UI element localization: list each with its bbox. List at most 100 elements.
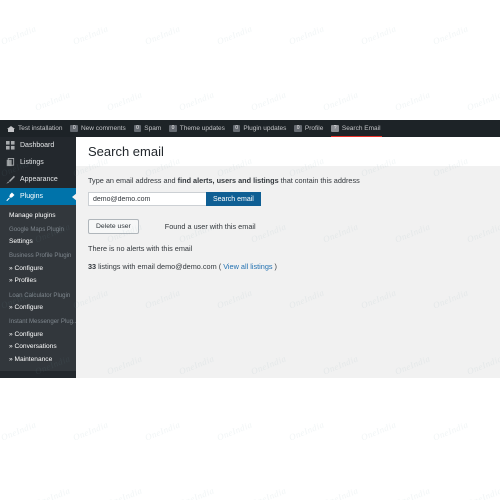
- user-result-row: Delete user Found a user with this email: [88, 219, 488, 235]
- new-comments-badge: 0: [70, 124, 78, 133]
- submenu-item-maintenance[interactable]: » Maintenance: [0, 354, 76, 367]
- submenu-heading-loan-calculator-plugin: Loan Calculator Plugin: [9, 291, 71, 299]
- adminbar-item-label: Spam: [144, 125, 162, 132]
- sidebar-item-plugins[interactable]: Plugins: [0, 188, 76, 205]
- submenu-heading-google-maps-plugin: Google Maps Plugin: [9, 225, 64, 233]
- admin-sidebar[interactable]: Dashboard Listings Appearance Plugins Ma…: [0, 137, 76, 378]
- adminbar-site-label: Test installation: [18, 125, 63, 132]
- watermark-text: OneIndia: [143, 419, 182, 443]
- listings-result-line: 33 listings with email demo@demo.com ( V…: [88, 262, 488, 271]
- intro-suffix: that contain this address: [278, 176, 360, 185]
- watermark-text: OneIndia: [105, 89, 144, 113]
- sidebar-item-label: Appearance: [20, 176, 58, 183]
- adminbar-item-label: Profile: [304, 125, 324, 132]
- search-email-button[interactable]: Search email: [206, 192, 261, 207]
- adminbar-site-name[interactable]: Test installation: [4, 120, 67, 137]
- sidebar-item-label: Plugins: [20, 193, 43, 200]
- home-icon: [7, 125, 15, 133]
- spam-badge: 0: [133, 124, 142, 133]
- search-email-badge: ?: [331, 124, 339, 133]
- admin-bar: Test installation 0 New comments 0 Spam …: [0, 120, 500, 138]
- watermark-text: OneIndia: [249, 89, 288, 113]
- profile-badge: 0: [294, 124, 302, 133]
- adminbar-item-plugin-updates[interactable]: 0 Plugin updates: [230, 120, 292, 137]
- sidebar-item-label: Dashboard: [20, 142, 55, 149]
- delete-user-button[interactable]: Delete user: [88, 219, 139, 235]
- found-user-text: Found a user with this email: [164, 222, 256, 232]
- adminbar-item-new-comments[interactable]: 0 New comments: [67, 120, 130, 137]
- submenu-item-business-profile-configure[interactable]: » Configure: [0, 262, 76, 275]
- watermark-text: OneIndia: [393, 485, 432, 500]
- submenu-heading-instant-messenger-plugin: Instant Messenger Plug...: [9, 318, 76, 326]
- content-body: Type an email address and find alerts, u…: [76, 166, 500, 271]
- listings-icon: [5, 158, 15, 168]
- search-form: Search email: [88, 192, 488, 207]
- adminbar-item-label: Plugin updates: [243, 125, 287, 132]
- listings-text: listings with email demo@demo.com: [96, 262, 219, 272]
- submenu-item-profiles[interactable]: » Profiles: [0, 275, 76, 288]
- page-title: Search email: [88, 144, 164, 159]
- adminbar-item-search-email[interactable]: ? Search Email: [328, 120, 385, 138]
- theme-updates-badge: 0: [169, 124, 177, 133]
- submenu-item-manage-plugins[interactable]: Manage plugins: [0, 209, 76, 222]
- content-header: Search email: [76, 137, 500, 166]
- adminbar-item-label: New comments: [80, 125, 126, 132]
- listings-count: 33: [88, 262, 97, 272]
- watermark-text: OneIndia: [287, 23, 326, 47]
- submenu-item-loan-calculator-configure[interactable]: » Configure: [0, 301, 76, 314]
- watermark-text: OneIndia: [71, 23, 110, 47]
- adminbar-item-spam[interactable]: 0 Spam: [131, 120, 166, 137]
- sidebar-item-label: Listings: [20, 159, 44, 166]
- watermark-text: OneIndia: [249, 485, 288, 500]
- watermark-text: OneIndia: [143, 23, 182, 47]
- watermark-text: OneIndia: [321, 89, 360, 113]
- intro-bold: find alerts, users and listings: [177, 176, 279, 185]
- watermark-text: OneIndia: [465, 89, 500, 113]
- sidebar-item-market[interactable]: Market: [0, 373, 76, 379]
- appearance-brush-icon: [5, 175, 15, 185]
- adminbar-item-label: Theme updates: [179, 125, 225, 132]
- watermark-text: OneIndia: [177, 89, 216, 113]
- adminbar-item-theme-updates[interactable]: 0 Theme updates: [166, 120, 230, 137]
- no-alerts-text: There is no alerts with this email: [88, 244, 193, 254]
- watermark-text: OneIndia: [177, 485, 216, 500]
- adminbar-item-label: Search Email: [341, 125, 381, 132]
- page-canvas: Test installation 0 New comments 0 Spam …: [0, 0, 500, 500]
- sidebar-item-listings[interactable]: Listings: [0, 154, 76, 171]
- watermark-text: OneIndia: [359, 23, 398, 47]
- submenu-item-conversations[interactable]: » Conversations: [0, 341, 76, 354]
- view-all-close-paren: ): [272, 262, 277, 272]
- watermark-text: OneIndia: [71, 419, 110, 443]
- submenu-item-messenger-configure[interactable]: » Configure: [0, 328, 76, 341]
- watermark-text: OneIndia: [431, 419, 470, 443]
- watermark-text: OneIndia: [287, 419, 326, 443]
- watermark-text: OneIndia: [359, 419, 398, 443]
- plugins-plug-icon: [5, 192, 15, 202]
- dashboard-icon: [5, 141, 15, 151]
- sidebar-lower-menu: Market Statistics: [0, 370, 76, 379]
- intro-prefix: Type an email address and: [88, 176, 178, 185]
- watermark-text: OneIndia: [105, 485, 144, 500]
- submenu-heading-business-profile-plugin: Business Profile Plugin: [9, 252, 72, 260]
- watermark-text: OneIndia: [33, 89, 72, 113]
- view-all-listings-link[interactable]: View all listings: [223, 262, 272, 271]
- watermark-text: OneIndia: [215, 419, 254, 443]
- plugin-updates-badge: 0: [232, 124, 241, 133]
- main-content: Search email Type an email address and f…: [76, 137, 500, 378]
- watermark-text: OneIndia: [33, 485, 72, 500]
- intro-text: Type an email address and find alerts, u…: [88, 176, 488, 185]
- watermark-text: OneIndia: [321, 485, 360, 500]
- search-email-input[interactable]: [88, 192, 206, 207]
- adminbar-item-profile[interactable]: 0 Profile: [291, 120, 328, 137]
- submenu-item-settings[interactable]: Settings: [0, 236, 76, 249]
- watermark-text: OneIndia: [393, 89, 432, 113]
- watermark-text: OneIndia: [0, 23, 38, 47]
- watermark-text: OneIndia: [0, 419, 38, 443]
- market-cloud-icon: [5, 376, 15, 378]
- plugins-submenu: Manage plugins Google Maps Plugin Settin…: [0, 205, 76, 371]
- sidebar-item-appearance[interactable]: Appearance: [0, 171, 76, 188]
- watermark-text: OneIndia: [465, 485, 500, 500]
- sidebar-item-dashboard[interactable]: Dashboard: [0, 137, 76, 154]
- watermark-text: OneIndia: [215, 23, 254, 47]
- wordpress-admin-app: Test installation 0 New comments 0 Spam …: [0, 120, 500, 378]
